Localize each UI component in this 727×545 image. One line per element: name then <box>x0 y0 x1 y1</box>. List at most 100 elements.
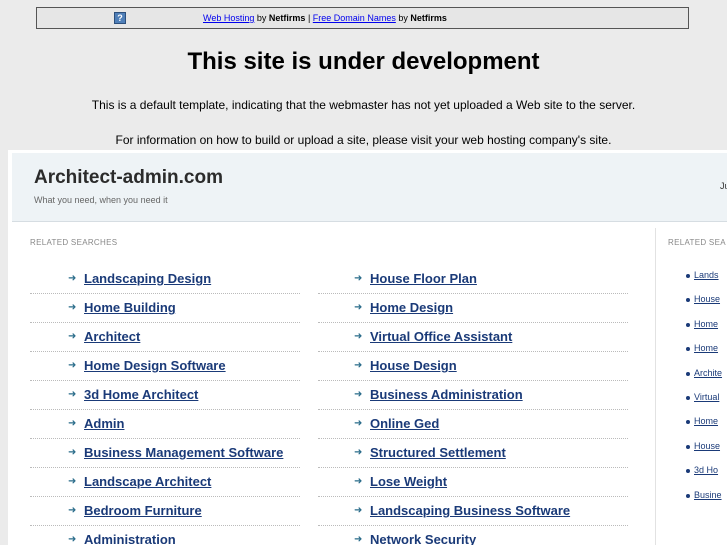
list-item: ➜ Admin <box>30 410 300 439</box>
arrow-icon: ➜ <box>354 447 363 458</box>
sidebar-link[interactable]: Home <box>694 319 718 329</box>
list-item: ➜ Virtual Office Assistant <box>318 323 628 352</box>
related-link[interactable]: Landscape Architect <box>84 474 211 489</box>
banner-separator: | <box>307 13 311 23</box>
related-link[interactable]: Admin <box>84 416 124 431</box>
site-tagline: What you need, when you need it <box>34 195 168 205</box>
list-item: ➜ Online Ged <box>318 410 628 439</box>
banner-links: Web Hosting by Netfirms | Free Domain Na… <box>203 13 447 23</box>
related-link[interactable]: Home Building <box>84 300 176 315</box>
page-title: This site is under development <box>187 48 540 75</box>
arrow-icon: ➜ <box>68 360 77 371</box>
related-link[interactable]: 3d Home Architect <box>84 387 198 402</box>
list-item: ➜ Architect <box>30 323 300 352</box>
banner-brand-1: Netfirms <box>268 13 306 23</box>
sidebar-link[interactable]: Home <box>694 343 718 353</box>
site-header: Architect-admin.com What you need, when … <box>12 153 727 222</box>
sidebar-link[interactable]: Archite <box>694 368 722 378</box>
help-icon[interactable]: ? <box>114 12 126 24</box>
related-link[interactable]: Architect <box>84 329 140 344</box>
bullet-icon <box>686 493 690 498</box>
arrow-icon: ➜ <box>68 331 77 342</box>
arrow-icon: ➜ <box>354 360 363 371</box>
arrow-icon: ➜ <box>68 505 77 516</box>
column-divider <box>655 228 656 545</box>
bullet-icon <box>686 395 690 400</box>
related-link[interactable]: Home Design Software <box>84 358 226 373</box>
related-link[interactable]: Landscaping Business Software <box>370 503 570 518</box>
arrow-icon: ➜ <box>354 418 363 429</box>
arrow-icon: ➜ <box>354 273 363 284</box>
banner-brand-2: Netfirms <box>410 13 447 23</box>
related-link[interactable]: Bedroom Furniture <box>84 503 202 518</box>
related-link[interactable]: Business Administration <box>370 387 523 402</box>
related-searches-label: RELATED SEARCHES <box>30 238 118 247</box>
list-item: ➜ Bedroom Furniture <box>30 497 300 526</box>
related-link[interactable]: Landscaping Design <box>84 271 211 286</box>
arrow-icon: ➜ <box>354 331 363 342</box>
list-item: ➜ Administration <box>30 526 300 545</box>
sidebar-related-label: RELATED SEA <box>668 238 726 247</box>
web-hosting-link[interactable]: Web Hosting <box>203 13 254 23</box>
list-item: ➜ Landscaping Design <box>30 265 300 294</box>
notice-text-2: For information on how to build or uploa… <box>115 133 612 147</box>
related-link[interactable]: House Floor Plan <box>370 271 477 286</box>
bullet-icon <box>686 274 690 278</box>
arrow-icon: ➜ <box>68 476 77 487</box>
related-column-right: ➜ House Floor Plan ➜ Home Design ➜ Virtual … <box>318 265 628 545</box>
list-item: ➜ House Design <box>318 352 628 381</box>
list-item: ➜ Business Administration <box>318 381 628 410</box>
arrow-icon: ➜ <box>68 302 77 313</box>
list-item: ➜ Network Security <box>318 526 628 545</box>
arrow-icon: ➜ <box>68 389 77 400</box>
arrow-icon: ➜ <box>354 534 363 545</box>
list-item: ➜ Lose Weight <box>318 468 628 497</box>
bullet-icon <box>686 322 690 327</box>
related-link[interactable]: Online Ged <box>370 416 439 431</box>
list-item: ➜ Home Building <box>30 294 300 323</box>
bullet-icon <box>686 420 690 425</box>
header-right-text: Ju <box>720 181 727 191</box>
list-item: ➜ Home Design <box>318 294 628 323</box>
related-link[interactable]: Virtual Office Assistant <box>370 329 512 344</box>
list-item: ➜ Business Management Software <box>30 439 300 468</box>
sidebar-link[interactable]: House <box>694 441 720 451</box>
site-title: Architect-admin.com <box>34 167 223 188</box>
hosting-banner: ? Web Hosting by Netfirms | Free Domain … <box>36 7 689 29</box>
notice-text-1: This is a default template, indicating t… <box>91 98 636 112</box>
list-item: ➜ House Floor Plan <box>318 265 628 294</box>
free-domain-names-link[interactable]: Free Domain Names <box>313 13 396 23</box>
related-link[interactable]: Structured Settlement <box>370 445 506 460</box>
related-column-left: ➜ Landscaping Design ➜ Home Building ➜ Arch… <box>30 265 300 545</box>
related-link[interactable]: House Design <box>370 358 457 373</box>
sidebar-link[interactable]: Lands <box>694 270 719 280</box>
list-item: ➜ Landscape Architect <box>30 468 300 497</box>
sidebar-link[interactable]: Virtual <box>694 392 719 402</box>
list-item: ➜ Landscaping Business Software <box>318 497 628 526</box>
sidebar-link[interactable]: Home <box>694 416 718 426</box>
bullet-icon <box>686 469 690 474</box>
related-link[interactable]: Home Design <box>370 300 453 315</box>
sidebar-link[interactable]: 3d Ho <box>694 465 718 475</box>
sidebar-link[interactable]: Busine <box>694 490 722 500</box>
bullet-icon <box>686 444 690 449</box>
bullet-icon <box>686 347 690 352</box>
arrow-icon: ➜ <box>354 505 363 516</box>
arrow-icon: ➜ <box>68 418 77 429</box>
arrow-icon: ➜ <box>354 476 363 487</box>
list-item: ➜ Structured Settlement <box>318 439 628 468</box>
arrow-icon: ➜ <box>68 447 77 458</box>
related-link[interactable]: Business Management Software <box>84 445 283 460</box>
related-link[interactable]: Lose Weight <box>370 474 447 489</box>
list-item: ➜ 3d Home Architect <box>30 381 300 410</box>
banner-by-1: by <box>256 13 267 23</box>
sidebar-link[interactable]: House <box>694 294 720 304</box>
arrow-icon: ➜ <box>68 273 77 284</box>
banner-by-2: by <box>398 13 408 23</box>
related-link[interactable]: Network Security <box>370 532 476 545</box>
related-link[interactable]: Administration <box>84 532 176 545</box>
list-item: ➜ Home Design Software <box>30 352 300 381</box>
bullet-icon <box>686 298 690 303</box>
arrow-icon: ➜ <box>354 389 363 400</box>
arrow-icon: ➜ <box>354 302 363 313</box>
